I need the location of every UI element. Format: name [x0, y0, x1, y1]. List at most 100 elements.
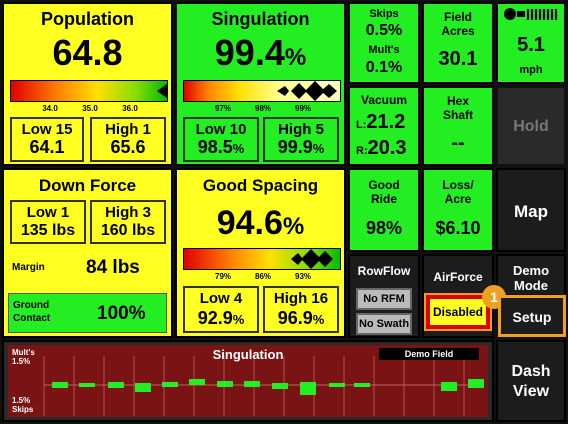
dash-view-label: Dash View	[511, 363, 551, 400]
margin-label: Margin	[12, 262, 45, 273]
down-force-high: High 3 160 lbs	[90, 200, 166, 244]
population-tick: 36.0	[122, 104, 138, 113]
skips-mults-tile[interactable]: Skips 0.5% Mult's 0.1%	[348, 2, 420, 84]
speed-value: 5.1	[517, 34, 545, 56]
good-spacing-value-row: 94.6%	[177, 204, 344, 243]
down-force-low-value: 135 lbs	[20, 222, 76, 239]
good-spacing-unit: %	[282, 213, 305, 240]
singulation-high: High 5 99.9%	[263, 117, 339, 162]
good-ride-tile[interactable]: Good Ride 98%	[348, 168, 420, 252]
chart-bar	[162, 382, 178, 387]
field-acres-label: Field Acres	[441, 10, 475, 38]
down-force-low-label: Low 1	[26, 204, 70, 221]
no-swath-button[interactable]: No Swath	[356, 313, 412, 335]
loss-acre-value: $6.10	[435, 218, 481, 238]
chart-bar	[329, 383, 345, 387]
singulation-low-value: 98.5	[197, 137, 233, 157]
good-spacing-tick: 79%	[214, 272, 232, 281]
singulation-title: Singulation	[211, 9, 310, 29]
down-force-margin: Margin 84 lbs	[8, 247, 167, 291]
population-pointer-icon	[157, 84, 167, 98]
good-spacing-low-label: Low 4	[199, 290, 243, 307]
singulation-chart-panel[interactable]: Mult's 1.5% 1.5% Skips Singulation Demo …	[2, 340, 494, 422]
singulation-distribution-icon	[277, 81, 337, 101]
good-ride-value: 98%	[365, 218, 403, 238]
singulation-low: Low 10 98.5%	[183, 117, 259, 162]
chart-bar	[135, 383, 151, 392]
good-spacing-high-value: 96.9	[277, 308, 313, 328]
good-spacing-high-value-row: 96.9%	[265, 308, 337, 329]
margin-value: 84 lbs	[86, 257, 140, 278]
hold-label: Hold	[513, 118, 549, 135]
rowflow-title: RowFlow	[357, 264, 411, 278]
no-rfm-button[interactable]: No RFM	[356, 288, 412, 310]
singulation-tick: 97%	[214, 104, 232, 113]
singulation-low-label: Low 10	[195, 121, 247, 138]
good-ride-label: Good Ride	[368, 178, 400, 206]
ground-contact: Ground Contact 100%	[8, 293, 167, 333]
chart-bar	[52, 382, 68, 388]
chart-field-label: Demo Field	[379, 348, 479, 360]
setup-button[interactable]: Setup	[498, 295, 566, 337]
loss-acre-tile[interactable]: Loss/ Acre $6.10	[422, 168, 494, 252]
hex-shaft-tile[interactable]: Hex Shaft --	[422, 86, 494, 166]
chart-bar	[354, 383, 370, 387]
population-low: Low 15 64.1	[10, 117, 84, 162]
down-force-low: Low 1 135 lbs	[10, 200, 86, 244]
singulation-high-label: High 5	[278, 121, 324, 138]
good-spacing-tile[interactable]: Good Spacing 94.6% 79% 86% 93% Low 4 92.…	[175, 168, 346, 338]
down-force-tile[interactable]: Down Force Low 1 135 lbs High 3 160 lbs …	[2, 168, 173, 338]
speed-unit: mph	[519, 64, 543, 76]
singulation-low-value-row: 98.5%	[185, 137, 257, 158]
population-tile[interactable]: Population 64.8 34.0 35.0 36.0 Low 15 64…	[2, 2, 173, 166]
good-spacing-distribution-icon	[291, 249, 333, 269]
population-tick: 35.0	[82, 104, 98, 113]
hex-shaft-value: --	[451, 132, 465, 154]
ground-contact-value: 100%	[97, 303, 146, 324]
setup-label: Setup	[512, 309, 552, 325]
demo-mode-label: Demo Mode	[512, 263, 550, 293]
chart-bar	[217, 381, 233, 387]
good-spacing-tick: 93%	[294, 272, 312, 281]
map-label: Map	[514, 202, 548, 221]
chart-bar	[189, 379, 205, 385]
population-low-label: Low 15	[21, 121, 73, 138]
population-low-value: 64.1	[29, 137, 65, 157]
speed-tile[interactable]: 5.1 mph	[496, 2, 566, 84]
vacuum-tile[interactable]: Vacuum L:21.2 R:20.3	[348, 86, 420, 166]
chart-bottom-label: 1.5% Skips	[12, 396, 34, 414]
dash-view-button[interactable]: Dash View	[496, 340, 566, 422]
airforce-status-button[interactable]: Disabled	[424, 293, 492, 331]
population-title: Population	[41, 9, 134, 29]
singulation-tick: 98%	[254, 104, 272, 113]
singulation-unit: %	[284, 44, 307, 71]
field-acres-tile[interactable]: Field Acres 30.1	[422, 2, 494, 84]
skips-value: 0.5%	[365, 22, 403, 39]
singulation-value-row: 99.4%	[177, 32, 344, 74]
good-spacing-high-label: High 16	[273, 290, 329, 307]
airforce-title: AirForce	[433, 270, 483, 284]
chart-bar	[272, 383, 288, 389]
good-spacing-low-value-row: 92.9%	[185, 308, 257, 329]
singulation-tile[interactable]: Singulation 99.4% 97% 98% 99% Low 10 98.…	[175, 2, 346, 166]
good-spacing-high-unit: %	[312, 312, 325, 327]
hold-button[interactable]: Hold	[496, 86, 566, 166]
down-force-title: Down Force	[38, 176, 137, 195]
chart-bar	[441, 382, 457, 391]
vacuum-right-value: 20.3	[367, 137, 407, 159]
down-force-high-value: 160 lbs	[100, 222, 156, 239]
chart-bar	[468, 379, 484, 388]
mults-value: 0.1%	[365, 59, 403, 76]
down-force-high-label: High 3	[105, 204, 151, 221]
skips-label: Skips	[369, 8, 399, 20]
chart-bar	[244, 381, 260, 387]
map-button[interactable]: Map	[496, 168, 566, 252]
population-high: High 1 65.6	[90, 117, 166, 162]
vacuum-right-prefix: R:	[356, 145, 368, 157]
good-spacing-tick: 86%	[254, 272, 272, 281]
loss-acre-label: Loss/ Acre	[442, 178, 474, 206]
vacuum-right-row: R:20.3	[356, 137, 407, 160]
singulation-low-unit: %	[232, 141, 245, 156]
good-spacing-low: Low 4 92.9%	[183, 286, 259, 333]
population-value: 64.8	[52, 32, 123, 73]
